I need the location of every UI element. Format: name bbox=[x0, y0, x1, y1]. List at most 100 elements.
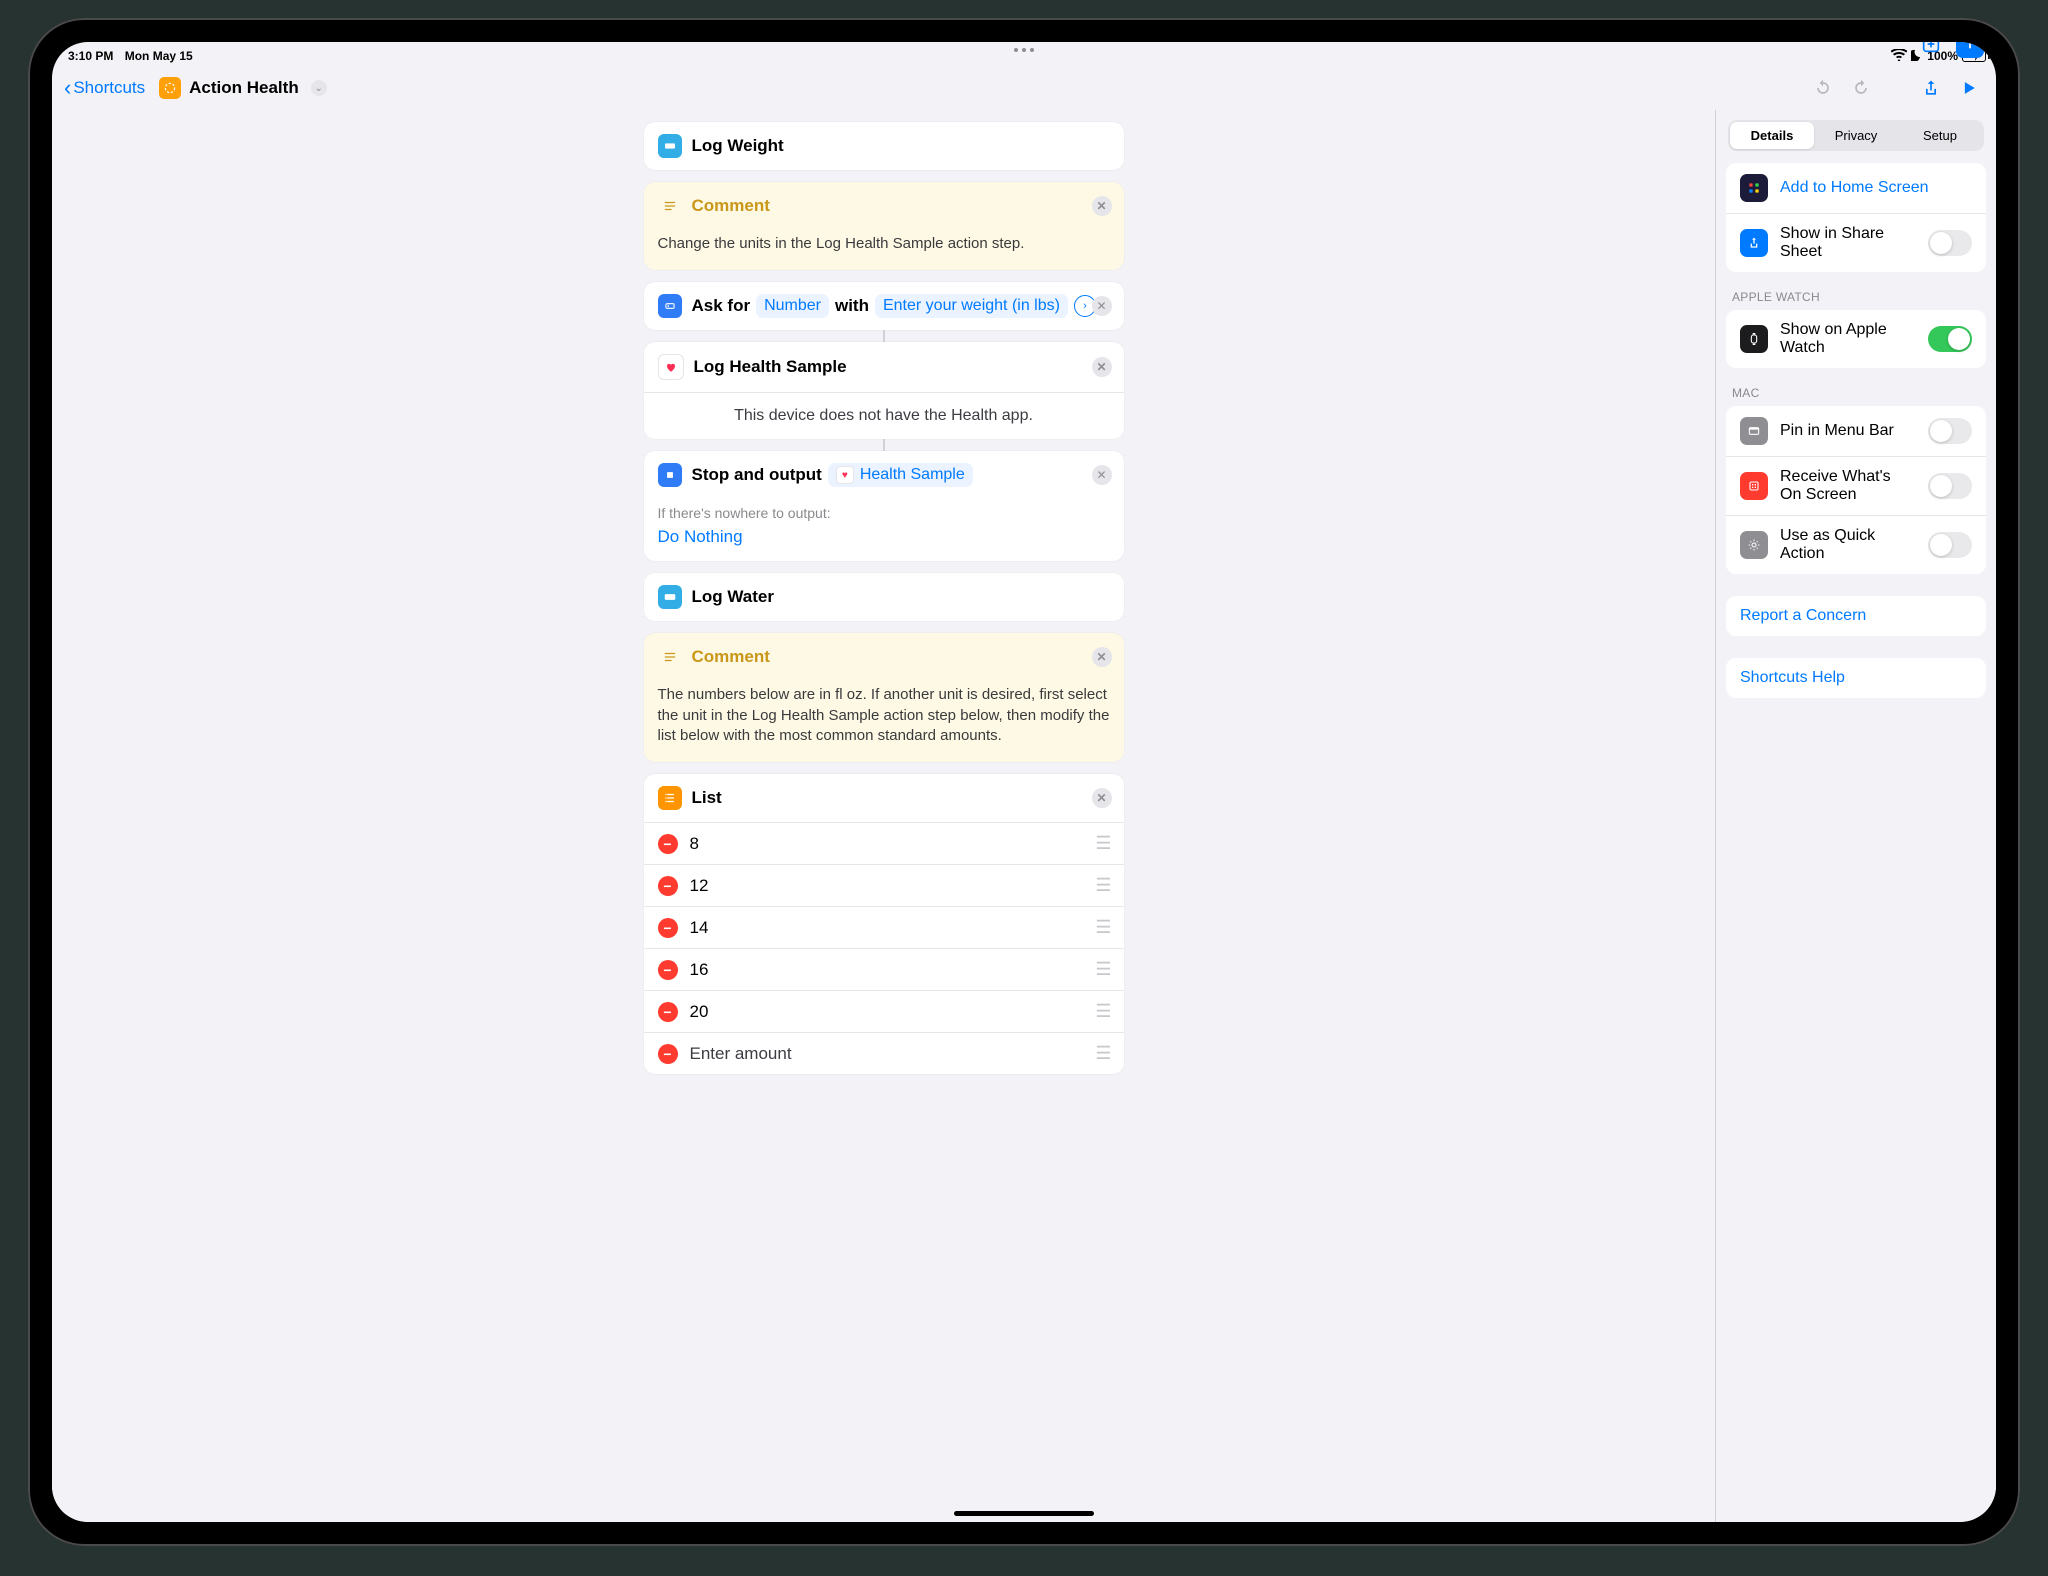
ask-with: with bbox=[835, 296, 869, 316]
stop-sublabel: If there's nowhere to output: bbox=[644, 499, 1124, 523]
ask-prompt-pill[interactable]: Enter your weight (in lbs) bbox=[875, 294, 1068, 318]
pin-menubar-toggle[interactable] bbox=[1928, 418, 1972, 444]
watch-toggle[interactable] bbox=[1928, 326, 1972, 352]
drag-handle-icon[interactable]: ☰ bbox=[1095, 833, 1109, 854]
share-sheet-icon bbox=[1740, 229, 1768, 257]
run-button[interactable] bbox=[1954, 73, 1984, 103]
drag-handle-icon[interactable]: ☰ bbox=[1095, 1001, 1109, 1022]
share-button[interactable] bbox=[1916, 73, 1946, 103]
chevron-left-icon: ‹ bbox=[64, 77, 71, 99]
health-mini-icon: ♥ bbox=[836, 466, 854, 484]
quick-action-toggle[interactable] bbox=[1928, 532, 1972, 558]
stop-fallback-option[interactable]: Do Nothing bbox=[644, 523, 1124, 561]
delete-action-button[interactable]: ✕ bbox=[1092, 357, 1112, 377]
shortcut-title[interactable]: Action Health bbox=[189, 78, 299, 98]
row-label: Show in Share Sheet bbox=[1780, 225, 1916, 261]
tab-details[interactable]: Details bbox=[1730, 122, 1814, 149]
redo-button[interactable] bbox=[1846, 73, 1876, 103]
section-title: Log Weight bbox=[692, 136, 784, 156]
comment-body[interactable]: The numbers below are in fl oz. If anoth… bbox=[644, 681, 1124, 762]
back-button[interactable]: ‹ Shortcuts bbox=[64, 77, 145, 99]
group-label-watch: APPLE WATCH bbox=[1732, 290, 1980, 304]
remove-item-button[interactable]: − bbox=[658, 834, 678, 854]
comment-1[interactable]: Comment ✕ Change the units in the Log He… bbox=[644, 182, 1124, 270]
list-item[interactable]: −Enter amount☰ bbox=[644, 1032, 1124, 1074]
ask-for-input-action[interactable]: Ask for Number with Enter your weight (i… bbox=[644, 282, 1124, 330]
delete-action-button[interactable]: ✕ bbox=[1092, 788, 1112, 808]
drag-handle-icon[interactable]: ☰ bbox=[1095, 875, 1109, 896]
share-sheet-toggle[interactable] bbox=[1928, 230, 1972, 256]
stop-icon bbox=[658, 463, 682, 487]
stop-var-pill[interactable]: ♥ Health Sample bbox=[828, 463, 973, 487]
comment-body[interactable]: Change the units in the Log Health Sampl… bbox=[644, 230, 1124, 270]
ask-prefix: Ask for bbox=[692, 296, 751, 316]
remove-item-button[interactable]: − bbox=[658, 1002, 678, 1022]
info-button[interactable] bbox=[1956, 42, 1984, 58]
input-icon bbox=[658, 294, 682, 318]
health-unavailable-msg: This device does not have the Health app… bbox=[644, 392, 1124, 439]
stop-prefix: Stop and output bbox=[692, 465, 822, 485]
drag-handle-icon[interactable]: ☰ bbox=[1095, 959, 1109, 980]
delete-action-button[interactable]: ✕ bbox=[1092, 465, 1112, 485]
remove-item-button[interactable]: − bbox=[658, 960, 678, 980]
drag-handle-icon[interactable]: ☰ bbox=[1095, 1043, 1109, 1064]
section-log-weight[interactable]: Log Weight bbox=[644, 122, 1124, 170]
group-label-mac: MAC bbox=[1732, 386, 1980, 400]
list-item[interactable]: −14☰ bbox=[644, 906, 1124, 948]
receive-screen-row[interactable]: Receive What's On Screen bbox=[1726, 456, 1986, 515]
list-item[interactable]: −20☰ bbox=[644, 990, 1124, 1032]
add-to-home-screen-row[interactable]: Add to Home Screen bbox=[1726, 163, 1986, 213]
comment-icon bbox=[658, 194, 682, 218]
back-label: Shortcuts bbox=[73, 78, 145, 98]
comment-icon bbox=[658, 645, 682, 669]
delete-action-button[interactable]: ✕ bbox=[1092, 296, 1112, 316]
show-on-watch-row[interactable]: Show on Apple Watch bbox=[1726, 310, 1986, 368]
add-action-button[interactable] bbox=[1916, 42, 1946, 59]
comment-2[interactable]: Comment ✕ The numbers below are in fl oz… bbox=[644, 633, 1124, 762]
row-label: Add to Home Screen bbox=[1780, 179, 1929, 197]
keyboard-icon bbox=[658, 134, 682, 158]
list-item[interactable]: −12☰ bbox=[644, 864, 1124, 906]
pin-menu-bar-row[interactable]: Pin in Menu Bar bbox=[1726, 406, 1986, 456]
list-item[interactable]: −16☰ bbox=[644, 948, 1124, 990]
receive-toggle[interactable] bbox=[1928, 473, 1972, 499]
connector bbox=[883, 330, 885, 342]
navbar: ‹ Shortcuts Action Health ⌄ bbox=[52, 66, 1996, 110]
menubar-icon bbox=[1740, 417, 1768, 445]
delete-action-button[interactable]: ✕ bbox=[1092, 196, 1112, 216]
action-title: Log Health Sample bbox=[694, 357, 847, 377]
editor-canvas[interactable]: Log Weight Comment ✕ Change the units in… bbox=[52, 110, 1716, 1522]
stop-output-action[interactable]: Stop and output ♥ Health Sample ✕ If the… bbox=[644, 451, 1124, 561]
row-label: Receive What's On Screen bbox=[1780, 468, 1916, 504]
connector bbox=[883, 439, 885, 451]
section-log-water[interactable]: Log Water bbox=[644, 573, 1124, 621]
remove-item-button[interactable]: − bbox=[658, 1044, 678, 1064]
ipad-frame: 3:10 PM Mon May 15 100% ‹ bbox=[28, 18, 2020, 1546]
title-menu-chevron[interactable]: ⌄ bbox=[311, 80, 327, 96]
tab-privacy[interactable]: Privacy bbox=[1814, 122, 1898, 149]
shortcuts-help-row[interactable]: Shortcuts Help bbox=[1726, 658, 1986, 698]
row-label: Show on Apple Watch bbox=[1780, 321, 1916, 357]
home-indicator[interactable] bbox=[954, 1511, 1094, 1516]
log-health-sample-action[interactable]: Log Health Sample ✕ This device does not… bbox=[644, 342, 1124, 439]
remove-item-button[interactable]: − bbox=[658, 918, 678, 938]
inspector-sidebar: Details Privacy Setup Add to Home Screen… bbox=[1716, 110, 1996, 1522]
section-title: Log Water bbox=[692, 587, 774, 607]
tab-setup[interactable]: Setup bbox=[1898, 122, 1982, 149]
receive-icon bbox=[1740, 472, 1768, 500]
list-icon bbox=[658, 786, 682, 810]
undo-button[interactable] bbox=[1808, 73, 1838, 103]
report-concern-row[interactable]: Report a Concern bbox=[1726, 596, 1986, 636]
list-action[interactable]: List ✕ −8☰ −12☰ −14☰ −16☰ −20☰ −Enter am… bbox=[644, 774, 1124, 1074]
home-screen-icon bbox=[1740, 174, 1768, 202]
list-item[interactable]: −8☰ bbox=[644, 822, 1124, 864]
inspector-tabs[interactable]: Details Privacy Setup bbox=[1728, 120, 1984, 151]
ask-type-pill[interactable]: Number bbox=[756, 294, 829, 318]
remove-item-button[interactable]: − bbox=[658, 876, 678, 896]
delete-action-button[interactable]: ✕ bbox=[1092, 647, 1112, 667]
quick-action-row[interactable]: Use as Quick Action bbox=[1726, 515, 1986, 574]
status-date: Mon May 15 bbox=[125, 49, 193, 63]
show-in-share-sheet-row[interactable]: Show in Share Sheet bbox=[1726, 213, 1986, 272]
multitask-dots[interactable] bbox=[1014, 48, 1034, 52]
drag-handle-icon[interactable]: ☰ bbox=[1095, 917, 1109, 938]
